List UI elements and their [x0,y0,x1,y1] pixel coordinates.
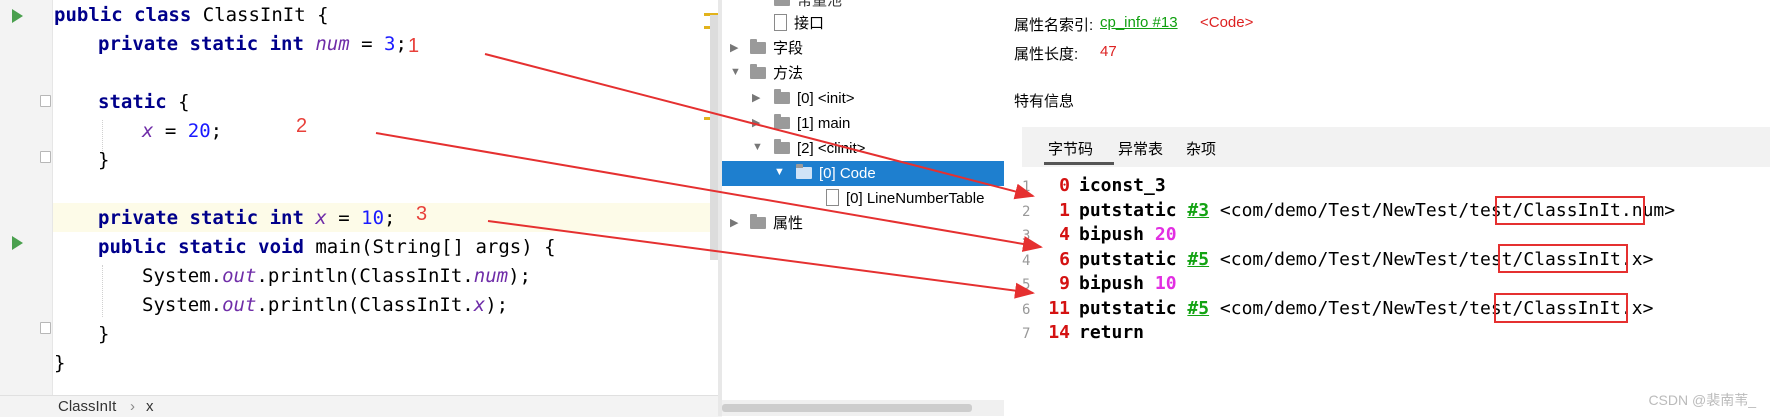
arrow-2 [375,132,1043,252]
annotation-arrows [375,53,1043,299]
arrow-1 [484,53,1035,200]
